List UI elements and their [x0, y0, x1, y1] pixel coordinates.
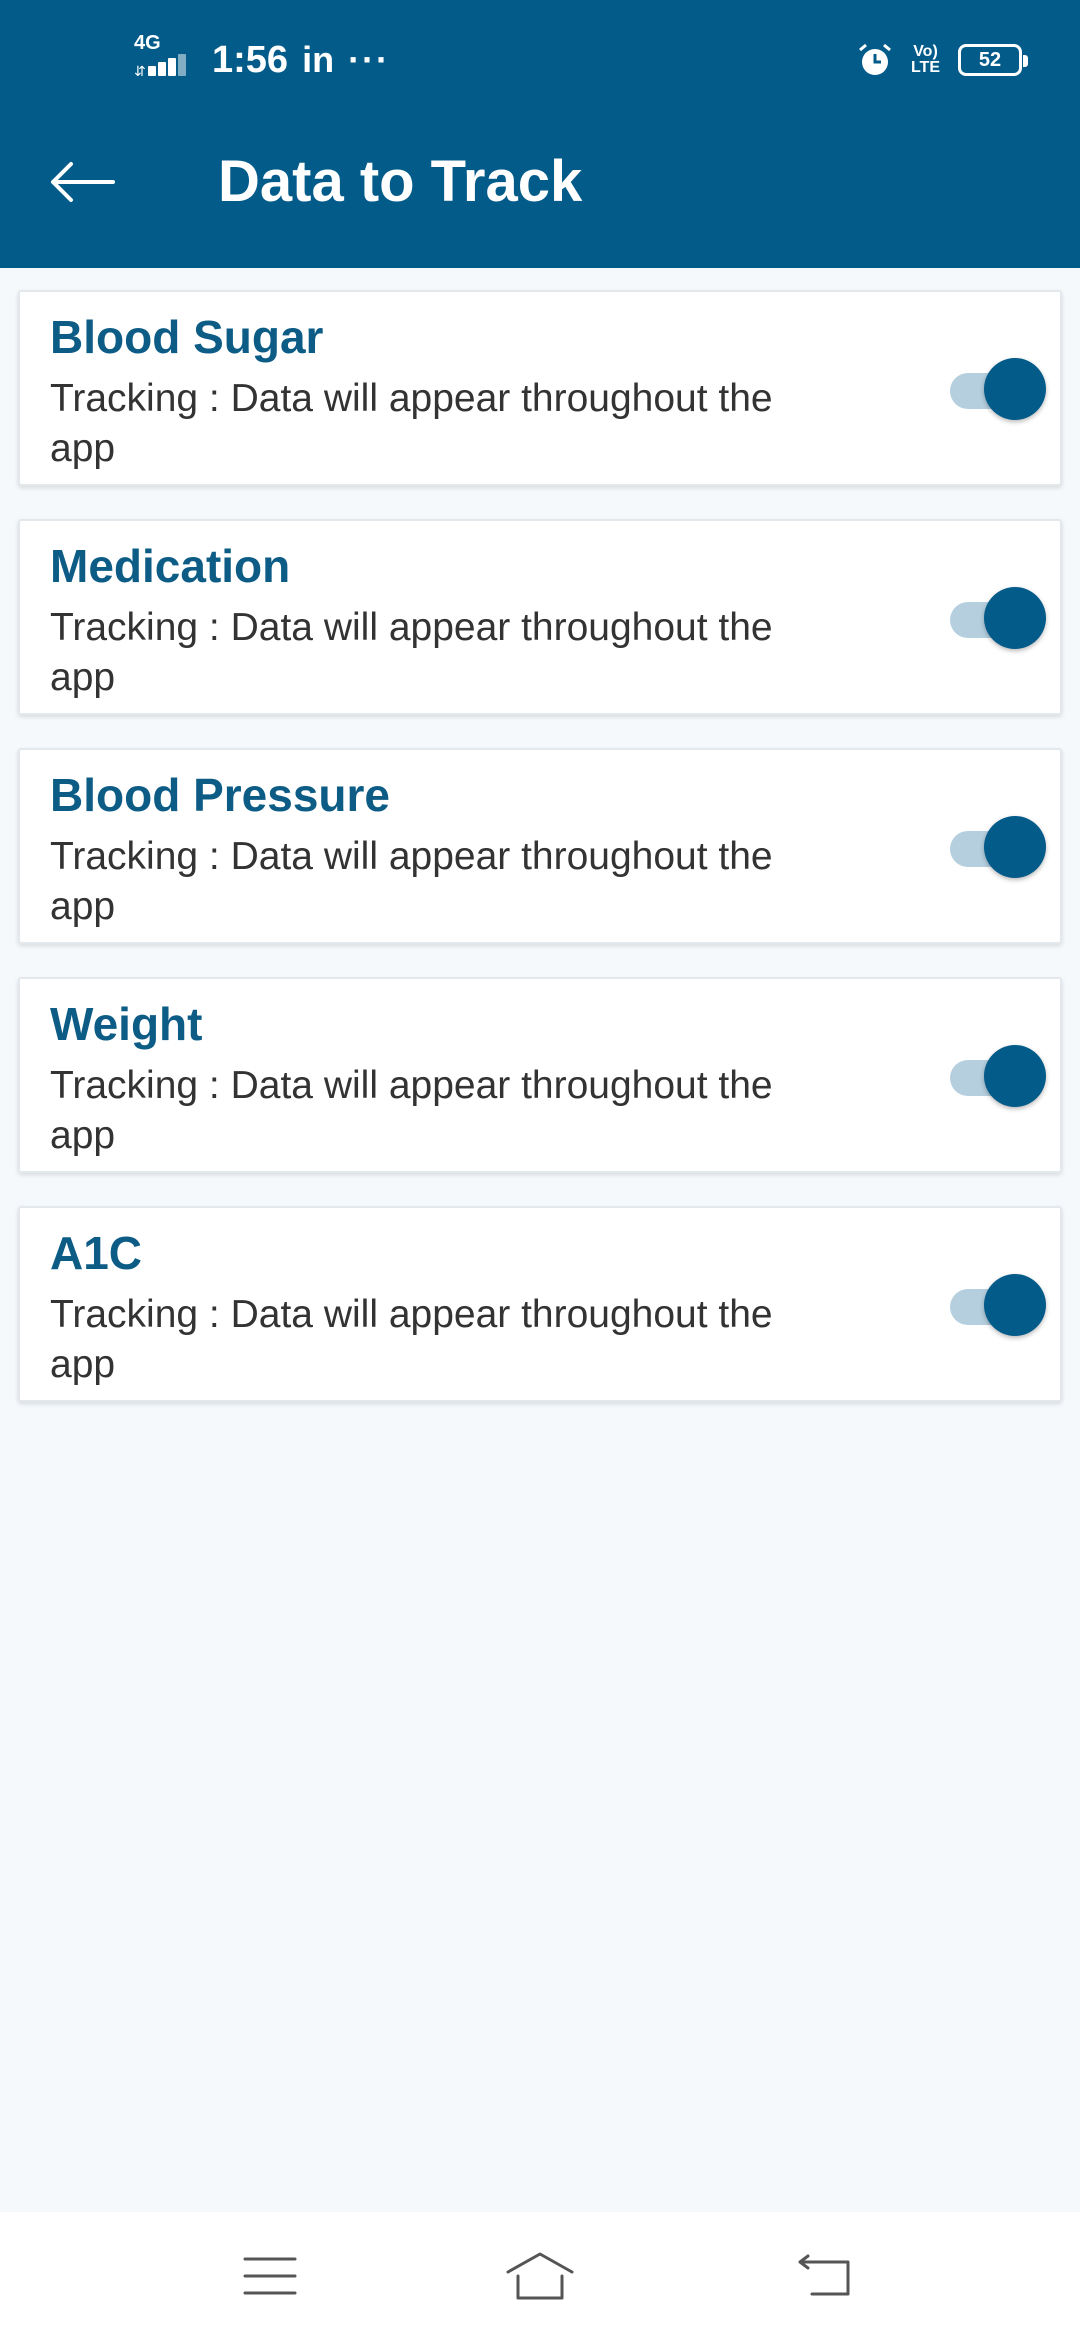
list-item-a1c: A1C Tracking : Data will appear througho… — [18, 1206, 1062, 1402]
signal-icon: 4G ⇵ — [134, 32, 190, 80]
item-title: Medication — [50, 540, 291, 592]
nav-home-button[interactable] — [490, 2236, 590, 2316]
blood-sugar-toggle[interactable] — [932, 356, 1046, 422]
arrow-left-icon — [51, 162, 115, 202]
page-title: Data to Track — [218, 149, 583, 214]
item-description: Tracking : Data will appear throughout t… — [50, 606, 773, 699]
nav-back-button[interactable] — [774, 2236, 874, 2316]
toggle-knob — [984, 358, 1046, 420]
weight-toggle[interactable] — [932, 1043, 1046, 1109]
volte-icon: Vo) LTE — [910, 43, 940, 76]
toggle-knob — [984, 587, 1046, 649]
menu-icon — [243, 2257, 297, 2295]
toggle-knob — [984, 1045, 1046, 1107]
status-bar-right: Vo) LTE 52 — [857, 36, 1028, 84]
toggle-knob — [984, 1274, 1046, 1336]
list-item-blood-sugar: Blood Sugar Tracking : Data will appear … — [18, 290, 1062, 486]
a1c-toggle[interactable] — [932, 1272, 1046, 1338]
nav-menu-button[interactable] — [220, 2236, 320, 2316]
status-time: 1:56 — [212, 38, 289, 81]
back-button[interactable] — [44, 150, 120, 214]
back-icon — [798, 2254, 850, 2296]
tracking-list: Blood Sugar Tracking : Data will appear … — [18, 290, 1062, 1435]
list-item-blood-pressure: Blood Pressure Tracking : Data will appe… — [18, 748, 1062, 944]
status-bar: 4G ⇵ 1:56 in ··· Vo) LTE 52 — [0, 0, 1080, 120]
more-notifications-icon: ··· — [348, 39, 391, 80]
list-item-weight: Weight Tracking : Data will appear throu… — [18, 977, 1062, 1173]
data-arrows-icon: ⇵ — [134, 63, 146, 79]
item-description: Tracking : Data will appear throughout t… — [50, 1064, 773, 1157]
item-description: Tracking : Data will appear throughout t… — [50, 835, 773, 928]
item-title: A1C — [50, 1227, 143, 1279]
item-description: Tracking : Data will appear throughout t… — [50, 377, 773, 470]
system-navigation-bar — [0, 2212, 1080, 2340]
app-header: 4G ⇵ 1:56 in ··· Vo) LTE 52 Data to Trac… — [0, 0, 1080, 268]
home-icon — [506, 2252, 574, 2300]
toggle-knob — [984, 816, 1046, 878]
linkedin-notification-icon: in — [302, 39, 335, 80]
battery-level: 52 — [978, 48, 1002, 71]
item-description: Tracking : Data will appear throughout t… — [50, 1293, 773, 1386]
item-title: Blood Sugar — [50, 311, 324, 363]
status-bar-left: 4G ⇵ 1:56 in ··· — [134, 32, 391, 86]
blood-pressure-toggle[interactable] — [932, 814, 1046, 880]
alarm-clock-icon — [859, 43, 891, 75]
medication-toggle[interactable] — [932, 585, 1046, 651]
list-item-medication: Medication Tracking : Data will appear t… — [18, 519, 1062, 715]
battery-icon: 52 — [958, 44, 1028, 76]
item-title: Weight — [50, 998, 203, 1050]
item-title: Blood Pressure — [50, 769, 390, 821]
network-type: 4G — [134, 32, 161, 54]
